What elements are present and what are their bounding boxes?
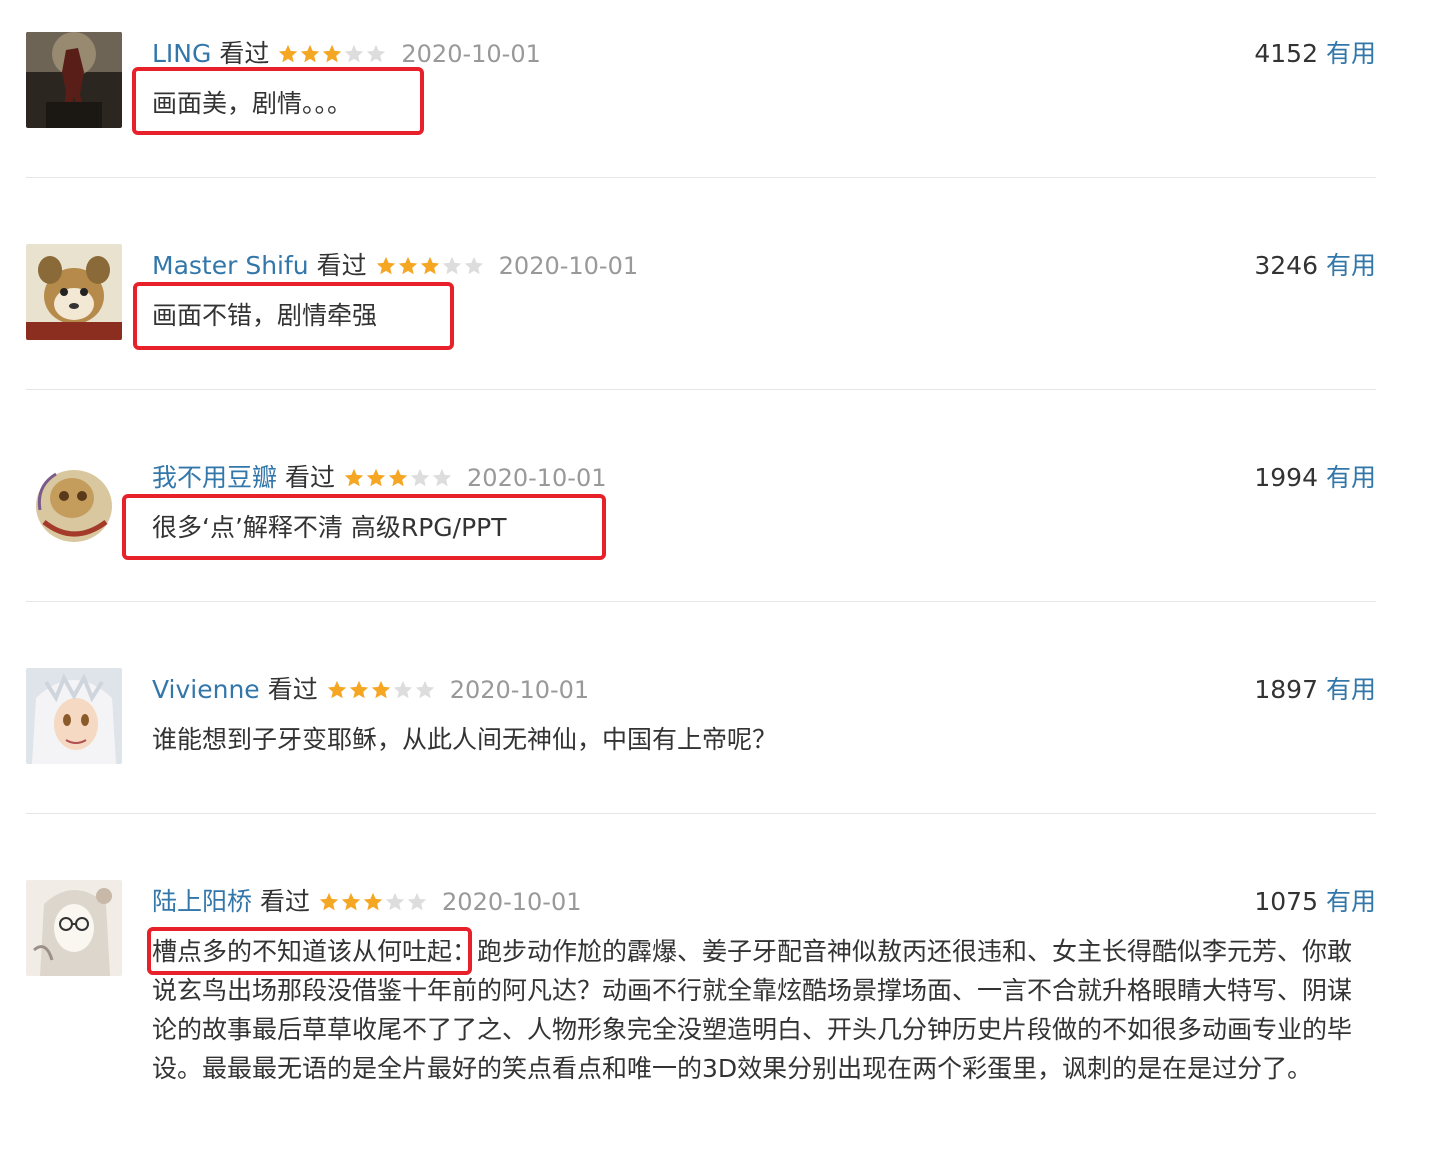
watch-status: 看过 [267,675,318,704]
useful-button[interactable]: 有用 [1326,675,1376,704]
vote-area: 4152 有用 [1254,36,1376,72]
star-empty-icon [393,680,412,699]
poster-figure-avatar[interactable] [26,32,122,128]
star-empty-icon [407,892,427,911]
star-empty-icon [367,44,386,63]
star-filled-icon [420,256,439,275]
sketch-girl-avatar[interactable] [26,880,122,976]
vote-count: 1897 [1254,675,1318,704]
star-filled-icon [366,468,386,487]
watch-status: 看过 [285,463,336,492]
highlight-box [122,494,606,560]
star-filled-icon [327,680,346,699]
star-rating [343,467,453,489]
star-empty-icon [442,256,461,275]
star-empty-icon [415,680,434,699]
useful-button[interactable]: 有用 [1326,887,1376,916]
star-filled-icon [363,892,383,911]
red-panda-avatar[interactable] [26,244,122,340]
star-empty-icon [410,468,430,487]
useful-button[interactable]: 有用 [1326,39,1376,68]
vote-count: 3246 [1254,251,1318,280]
vote-count: 1075 [1254,887,1318,916]
divider [26,389,1376,390]
star-filled-icon [349,680,368,699]
star-rating [277,43,387,65]
review-meta: 我不用豆瓣 看过 2020-10-01 [152,460,607,496]
star-filled-icon [279,44,298,63]
vote-area: 1994 有用 [1254,460,1376,496]
username-link[interactable]: 陆上阳桥 [152,884,252,920]
vote-count: 4152 [1254,39,1318,68]
vote-area: 3246 有用 [1254,248,1376,284]
star-filled-icon [398,256,417,275]
vote-area: 1075 有用 [1254,884,1376,920]
skull-ornament-avatar[interactable] [26,456,122,552]
star-filled-icon [301,44,320,63]
watch-status: 看过 [316,251,367,280]
star-empty-icon [432,468,452,487]
star-filled-icon [319,892,339,911]
review-meta: 陆上阳桥 看过 2020-10-01 [152,884,582,920]
star-empty-icon [345,44,364,63]
divider [26,813,1376,814]
divider [26,177,1376,178]
review-date: 2020-10-01 [401,40,541,68]
review-date: 2020-10-01 [449,676,590,704]
review-meta: Vivienne 看过 2020-10-01 [152,672,589,708]
username-link[interactable]: 我不用豆瓣 [152,460,277,496]
review-date: 2020-10-01 [467,464,607,492]
useful-button[interactable]: 有用 [1326,251,1376,280]
review-date: 2020-10-01 [442,888,582,916]
star-filled-icon [341,892,361,911]
star-filled-icon [388,468,408,487]
highlight-box [132,67,424,135]
star-rating [318,891,428,913]
star-filled-icon [371,680,390,699]
star-filled-icon [323,44,342,63]
highlight-box [147,927,472,975]
star-filled-icon [376,256,395,275]
star-empty-icon [464,256,483,275]
star-filled-icon [344,468,364,487]
highlight-box [133,282,454,350]
star-rating [326,679,436,701]
anime-character-avatar[interactable] [26,668,122,764]
star-empty-icon [385,892,405,911]
watch-status: 看过 [260,887,311,916]
review-comment: 谁能想到子牙变耶稣，从此人间无神仙，中国有上帝呢？ [152,725,778,754]
review-meta: Master Shifu 看过 2020-10-01 [152,248,638,284]
useful-button[interactable]: 有用 [1326,463,1376,492]
username-link[interactable]: Master Shifu [152,248,309,284]
review-date: 2020-10-01 [498,252,639,280]
star-rating [375,255,485,277]
vote-area: 1897 有用 [1254,672,1376,708]
username-link[interactable]: Vivienne [152,672,260,708]
vote-count: 1994 [1254,463,1318,492]
divider [26,601,1376,602]
